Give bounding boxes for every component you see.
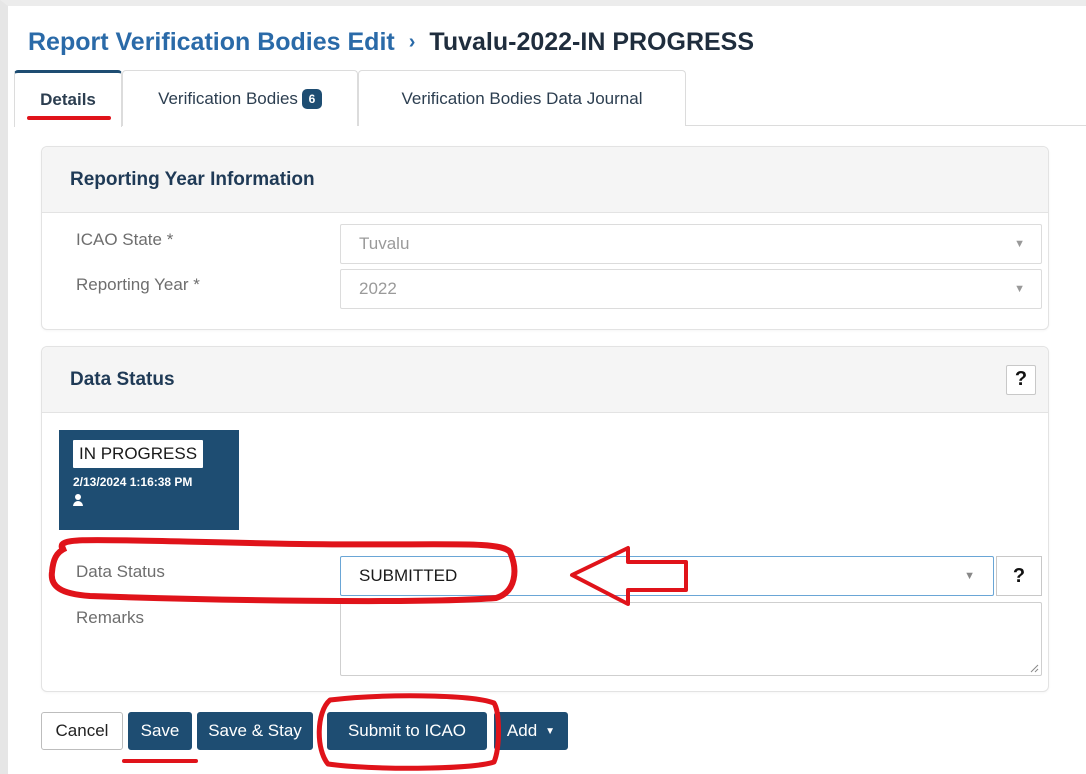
status-card: IN PROGRESS 2/13/2024 1:16:38 PM bbox=[59, 430, 239, 530]
breadcrumb-parent-link[interactable]: Report Verification Bodies Edit bbox=[28, 28, 395, 57]
page-title: Tuvalu-2022-IN PROGRESS bbox=[429, 27, 755, 56]
tab-verification-bodies-data-journal[interactable]: Verification Bodies Data Journal bbox=[358, 70, 686, 126]
chevron-right-icon: › bbox=[408, 30, 416, 53]
status-timestamp: 2/13/2024 1:16:38 PM bbox=[73, 475, 193, 489]
resize-grip-icon[interactable] bbox=[1029, 663, 1039, 673]
icao-state-label: ICAO State * bbox=[76, 230, 174, 249]
caret-down-icon: ▼ bbox=[1014, 238, 1025, 250]
tab-label: Verification Bodies Data Journal bbox=[401, 88, 643, 108]
reporting-year-row: Reporting Year * 2022 ▼ bbox=[76, 269, 1042, 309]
data-status-help-button[interactable]: ? bbox=[996, 556, 1042, 596]
breadcrumb: Report Verification Bodies Edit › Tuvalu… bbox=[28, 22, 754, 62]
panel-title: Data Status ? bbox=[42, 347, 1048, 413]
icao-state-value: Tuvalu bbox=[359, 234, 410, 253]
caret-down-icon: ▼ bbox=[545, 725, 556, 737]
tab-label: Details bbox=[40, 90, 96, 109]
remarks-textarea[interactable] bbox=[340, 602, 1042, 676]
save-and-stay-button[interactable]: Save & Stay bbox=[197, 712, 313, 750]
count-badge: 6 bbox=[301, 88, 322, 109]
remarks-row: Remarks bbox=[76, 602, 1042, 676]
tab-details[interactable]: Details bbox=[14, 70, 122, 127]
add-dropdown-button[interactable]: Add ▼ bbox=[494, 712, 568, 750]
save-button[interactable]: Save bbox=[128, 712, 192, 750]
help-button[interactable]: ? bbox=[1006, 364, 1036, 395]
reporting-year-select[interactable]: 2022 ▼ bbox=[340, 269, 1042, 309]
reporting-year-value: 2022 bbox=[359, 279, 397, 298]
cancel-button[interactable]: Cancel bbox=[41, 712, 123, 750]
data-status-panel: Data Status ? IN PROGRESS 2/13/2024 1:16… bbox=[41, 346, 1049, 692]
panel-title-text: Data Status bbox=[70, 368, 175, 390]
tab-bar: Details Verification Bodies 6 Verificati… bbox=[14, 70, 1086, 127]
caret-down-icon: ▼ bbox=[1014, 283, 1025, 295]
remarks-label: Remarks bbox=[76, 608, 145, 627]
reporting-year-panel: Reporting Year Information ICAO State * … bbox=[41, 146, 1049, 330]
data-status-select[interactable]: SUBMITTED ▼ bbox=[340, 556, 994, 596]
tab-verification-bodies[interactable]: Verification Bodies 6 bbox=[122, 70, 358, 126]
caret-down-icon: ▼ bbox=[964, 570, 975, 582]
panel-title: Reporting Year Information bbox=[42, 147, 1048, 213]
data-status-label: Data Status bbox=[76, 562, 165, 581]
user-icon bbox=[73, 494, 83, 506]
data-status-row: Data Status SUBMITTED ▼ ? bbox=[76, 556, 1042, 596]
add-label: Add bbox=[506, 721, 538, 740]
icao-state-select[interactable]: Tuvalu ▼ bbox=[340, 224, 1042, 264]
icao-state-row: ICAO State * Tuvalu ▼ bbox=[76, 224, 1042, 264]
panel-title-text: Reporting Year Information bbox=[70, 168, 315, 190]
submit-to-icao-button[interactable]: Submit to ICAO bbox=[327, 712, 487, 750]
tab-label: Verification Bodies bbox=[158, 88, 298, 108]
reporting-year-label: Reporting Year * bbox=[76, 275, 200, 294]
annotation-underline-details bbox=[27, 116, 111, 120]
status-badge: IN PROGRESS bbox=[73, 440, 204, 468]
data-status-value: SUBMITTED bbox=[359, 566, 458, 585]
